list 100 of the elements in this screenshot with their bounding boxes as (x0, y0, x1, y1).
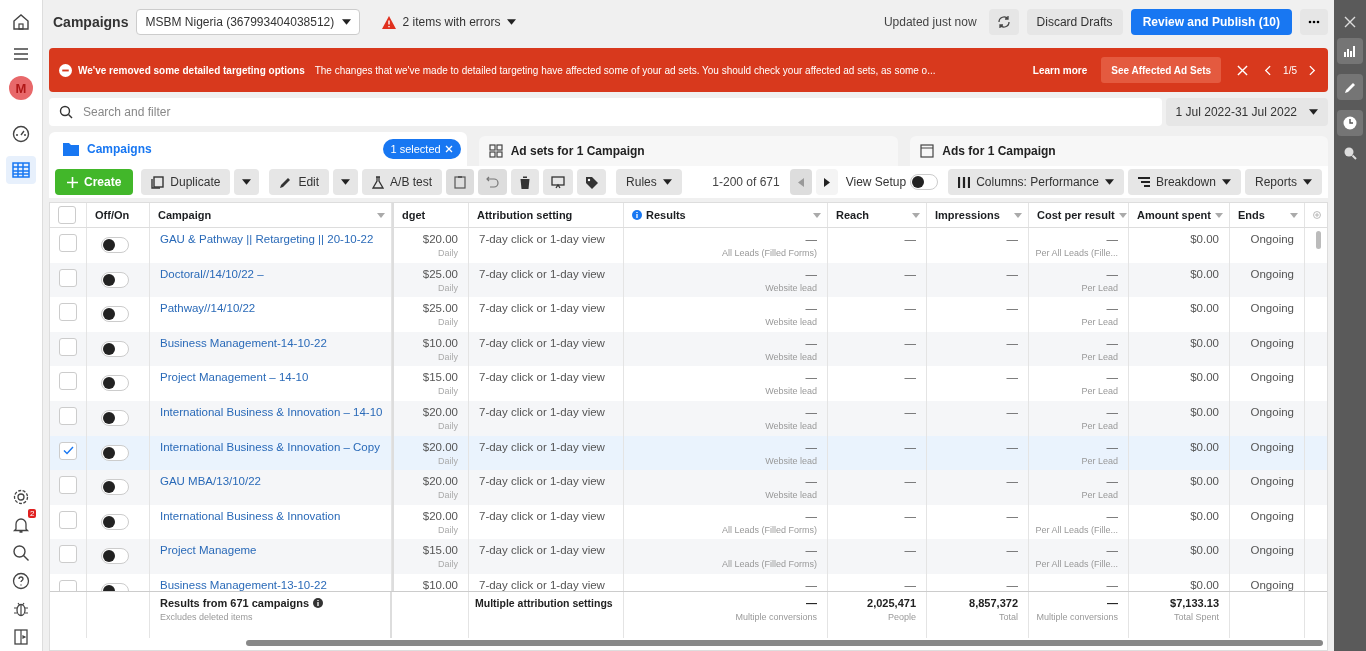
campaign-toggle[interactable] (101, 444, 129, 461)
tab[interactable]: Ad sets for 1 Campaign (478, 136, 899, 166)
column-header[interactable]: Cost per result (1037, 209, 1115, 221)
bar-chart-icon[interactable] (1337, 38, 1363, 64)
review-publish-button[interactable]: Review and Publish (10) (1130, 9, 1292, 35)
selected-count-chip[interactable]: 1 selected (382, 139, 461, 159)
campaign-toggle[interactable] (101, 340, 129, 357)
dropdown-button[interactable] (234, 169, 260, 195)
row-checkbox[interactable] (59, 268, 77, 287)
row-checkbox[interactable] (59, 510, 77, 529)
ab-test-button[interactable]: A/B test (362, 169, 443, 195)
campaign-link[interactable]: Doctoral//14/10/22 – (160, 267, 381, 280)
row-checkbox[interactable] (59, 372, 77, 391)
clipboard-button[interactable] (446, 169, 475, 195)
info-icon[interactable] (313, 598, 324, 608)
close-icon[interactable] (1344, 16, 1356, 28)
vertical-scrollbar[interactable] (1316, 231, 1321, 249)
campaign-link[interactable]: Pathway//14/10/22 (160, 302, 381, 315)
row-checkbox[interactable] (59, 234, 77, 252)
row-checkbox[interactable] (59, 476, 77, 495)
tab[interactable]: Ads for 1 Campaign (910, 136, 1328, 166)
campaign-link[interactable]: International Business & Innovation (160, 509, 381, 522)
pencil-icon[interactable] (1337, 74, 1363, 100)
campaign-link[interactable]: International Business & Innovation – Copy (160, 440, 381, 453)
impressions-cell: — (1006, 233, 1018, 245)
column-header[interactable]: Impressions (935, 209, 1010, 221)
campaign-toggle[interactable] (101, 375, 129, 392)
edit-button[interactable]: Edit (269, 169, 330, 195)
row-checkbox[interactable] (59, 337, 77, 356)
search-field[interactable]: Search and filter (49, 98, 1162, 126)
column-header[interactable]: Amount spent (1137, 209, 1211, 221)
breakdown-dropdown[interactable]: Breakdown (1127, 169, 1241, 195)
see-affected-ad-sets-button[interactable]: See Affected Ad Sets (1101, 57, 1222, 83)
campaign-toggle[interactable] (101, 409, 129, 426)
campaign-toggle[interactable] (101, 271, 129, 288)
row-checkbox[interactable] (59, 406, 77, 425)
view-setup-toggle[interactable] (910, 174, 939, 190)
reach-cell: — (904, 302, 916, 315)
reports-dropdown[interactable]: Reports (1244, 169, 1322, 195)
dropdown-button[interactable] (333, 169, 359, 195)
discard-drafts-button[interactable]: Discard Drafts (1026, 9, 1123, 35)
amount-spent-cell: $0.00 (1190, 371, 1219, 384)
columns-dropdown[interactable]: Columns: Performance (948, 169, 1124, 195)
column-header[interactable]: Results (646, 209, 809, 221)
column-header[interactable]: Campaign (158, 209, 373, 221)
gauge-icon[interactable] (11, 124, 31, 144)
attribution-cell-text: 7-day click or 1-day view (479, 405, 606, 418)
campaign-toggle[interactable] (101, 306, 129, 323)
column-header[interactable]: Attribution setting (477, 209, 617, 221)
caret-icon (506, 19, 516, 25)
campaign-toggle[interactable] (101, 548, 129, 565)
zoom-icon[interactable] (1343, 146, 1357, 160)
learn-more-link[interactable]: Learn more (1032, 64, 1088, 76)
preview-button[interactable] (543, 169, 574, 195)
delete-button[interactable] (511, 169, 540, 195)
settings-icon[interactable] (11, 487, 31, 507)
campaign-toggle[interactable] (101, 479, 129, 496)
campaign-toggle[interactable] (101, 237, 129, 253)
column-header[interactable]: Reach (836, 209, 908, 221)
row-checkbox[interactable] (59, 441, 77, 460)
campaign-link[interactable]: Business Management-14-10-22 (160, 336, 381, 349)
horizontal-scrollbar[interactable] (246, 640, 1323, 646)
campaign-link[interactable]: GAU MBA/13/10/22 (160, 475, 381, 488)
column-header[interactable]: Off/On (95, 209, 143, 221)
budget-cell: $15.00 (422, 544, 458, 557)
impressions-cell: — (1006, 440, 1018, 453)
account-dropdown[interactable]: MSBM Nigeria (367993404038512) (136, 9, 361, 35)
campaign-link[interactable]: Project Management – 14-10 (160, 371, 381, 384)
chevron-left-icon[interactable] (1264, 64, 1272, 76)
notifications-icon[interactable] (11, 515, 31, 535)
search-icon[interactable] (11, 543, 31, 563)
column-header[interactable]: dget (402, 209, 462, 221)
chevron-right-icon[interactable] (1309, 64, 1316, 76)
date-range-dropdown[interactable]: 1 Jul 2022-31 Jul 2022 (1165, 98, 1328, 126)
panel-icon[interactable] (11, 627, 31, 647)
next-page-button[interactable] (815, 169, 838, 195)
campaign-link[interactable]: Project Manageme (160, 544, 381, 557)
caret-icon (662, 179, 672, 185)
results-cell: — (805, 578, 817, 591)
campaign-link[interactable]: GAU & Pathway || Retargeting || 20-10-22 (160, 233, 381, 245)
select-all-checkbox[interactable] (58, 206, 76, 224)
row-checkbox[interactable] (59, 545, 77, 564)
help-icon[interactable] (11, 571, 31, 591)
campaign-link[interactable]: International Business & Innovation – 14-10 (160, 405, 381, 418)
duplicate-button[interactable]: Duplicate (141, 169, 231, 195)
clock-icon[interactable] (1337, 110, 1363, 136)
budget-cell: $10.00 (422, 578, 458, 591)
home-icon[interactable] (11, 12, 31, 32)
rules-dropdown[interactable]: Rules (616, 169, 682, 195)
refresh-button[interactable] (988, 9, 1019, 35)
campaign-toggle[interactable] (101, 513, 129, 530)
table-icon[interactable] (6, 156, 36, 184)
errors-dropdown[interactable]: 2 items with errors (376, 14, 522, 30)
column-header[interactable]: Ends (1238, 209, 1286, 221)
view-setup-label: View Setup (845, 175, 907, 189)
row-checkbox[interactable] (59, 303, 77, 322)
tab[interactable]: Campaigns 1 selected (49, 132, 467, 166)
campaign-link[interactable]: Business Management-13-10-22 (160, 578, 381, 591)
cost-cell: — (1106, 475, 1118, 488)
tag-button[interactable] (577, 169, 607, 195)
